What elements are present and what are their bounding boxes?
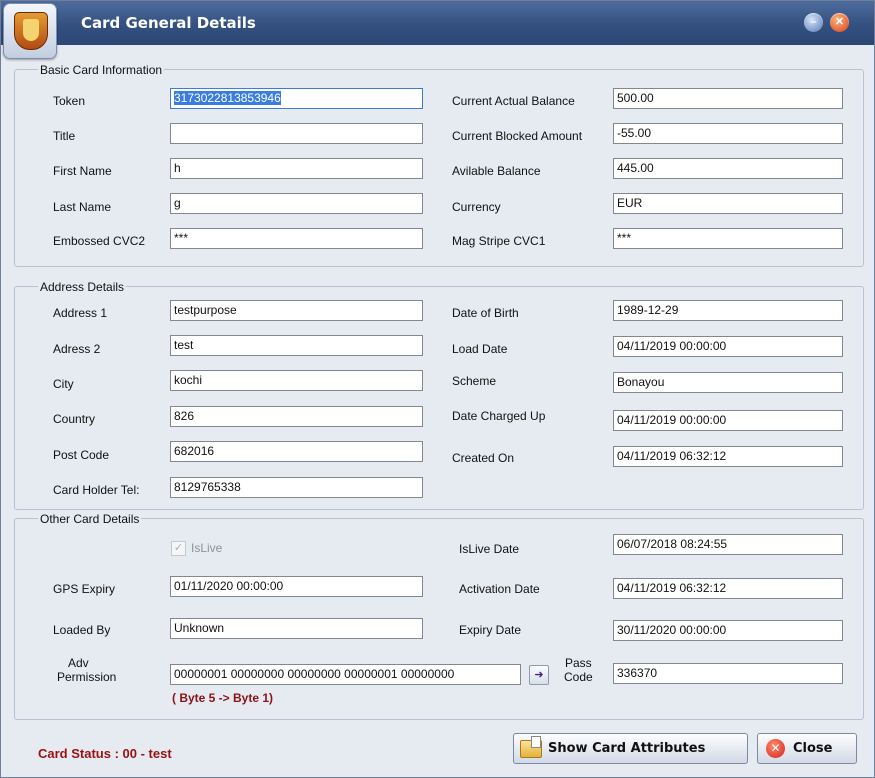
section-other: Other Card Details (38, 512, 142, 526)
post-code-label: Post Code (53, 448, 110, 462)
first-name-field[interactable]: h (170, 158, 423, 179)
scheme-field[interactable]: Bonayou (613, 372, 843, 393)
country-label: Country (53, 412, 96, 426)
created-on-label: Created On (452, 451, 515, 465)
blocked-amount-field[interactable]: -55.00 (613, 123, 843, 144)
title-field[interactable] (170, 123, 423, 144)
charged-up-label: Date Charged Up (452, 409, 546, 423)
pass-label-bottom: Code (564, 670, 593, 684)
currency-label: Currency (452, 200, 501, 214)
loaded-by-label: Loaded By (53, 623, 111, 637)
load-date-field[interactable]: 04/11/2019 00:00:00 (613, 336, 843, 357)
folder-icon (520, 736, 542, 758)
address2-label: Adress 2 (53, 342, 101, 356)
activation-date-field[interactable]: 04/11/2019 06:32:12 (613, 578, 843, 599)
dob-field[interactable]: 1989-12-29 (613, 300, 843, 321)
islive-label: IsLive (191, 541, 223, 555)
actual-balance-field[interactable]: 500.00 (613, 88, 843, 109)
tel-label: Card Holder Tel: (53, 483, 140, 497)
pass-code-field[interactable]: 336370 (613, 663, 843, 684)
minimize-icon[interactable]: – (804, 13, 823, 32)
last-name-field[interactable]: g (170, 193, 423, 214)
first-name-label: First Name (53, 164, 112, 178)
islive-date-field[interactable]: 06/07/2018 08:24:55 (613, 534, 843, 555)
close-button[interactable]: ✕ Close (757, 733, 857, 764)
title-label: Title (53, 129, 76, 143)
close-icon: ✕ (766, 739, 785, 758)
token-label: Token (53, 94, 86, 108)
adv-permission-field[interactable]: 00000001 00000000 00000000 00000001 0000… (170, 664, 521, 685)
actual-balance-label: Current Actual Balance (452, 94, 575, 108)
adv-label-top: Adv (68, 656, 89, 670)
address1-field[interactable]: testpurpose (170, 300, 423, 321)
currency-field[interactable]: EUR (613, 193, 843, 214)
close-window-icon[interactable]: ✕ (830, 13, 849, 32)
token-field[interactable]: 3173022813853946 (170, 88, 423, 109)
show-card-attributes-button[interactable]: Show Card Attributes (513, 733, 748, 764)
loaded-by-field[interactable]: Unknown (170, 618, 423, 639)
arrow-right-icon[interactable]: ➜ (529, 665, 549, 685)
cvc1-label: Mag Stripe CVC1 (452, 234, 546, 248)
window-title: Card General Details (81, 14, 256, 32)
card-shield-icon (3, 3, 57, 59)
card-details-window: Card General Details – ✕ Basic Card Info… (0, 0, 875, 778)
city-label: City (53, 377, 74, 391)
created-on-field[interactable]: 04/11/2019 06:32:12 (613, 446, 843, 467)
gps-expiry-label: GPS Expiry (53, 582, 116, 596)
title-bar: Card General Details – ✕ (1, 1, 874, 45)
section-basic: Basic Card Information (38, 63, 165, 77)
address1-label: Address 1 (53, 306, 108, 320)
section-address: Address Details (38, 280, 127, 294)
city-field[interactable]: kochi (170, 370, 423, 391)
pass-label-top: Pass (565, 656, 592, 670)
activation-date-label: Activation Date (459, 582, 540, 596)
scheme-label: Scheme (452, 374, 497, 388)
blocked-amount-label: Current Blocked Amount (452, 129, 583, 143)
close-label: Close (793, 741, 833, 756)
address2-field[interactable]: test (170, 335, 423, 356)
islive-checkbox[interactable]: ✓ (171, 541, 186, 556)
byte-order-hint: ( Byte 5 -> Byte 1) (172, 691, 274, 705)
charged-up-field[interactable]: 04/11/2019 00:00:00 (613, 410, 843, 431)
last-name-label: Last Name (53, 200, 112, 214)
expiry-date-field[interactable]: 30/11/2020 00:00:00 (613, 620, 843, 641)
expiry-date-label: Expiry Date (459, 623, 522, 637)
islive-date-label: IsLive Date (459, 542, 520, 556)
available-balance-label: Avilable Balance (452, 164, 541, 178)
card-status: Card Status : 00 - test (38, 746, 172, 761)
country-field[interactable]: 826 (170, 406, 423, 427)
tel-field[interactable]: 8129765338 (170, 477, 423, 498)
post-code-field[interactable]: 682016 (170, 441, 423, 462)
cvc2-field[interactable]: *** (170, 228, 423, 249)
load-date-label: Load Date (452, 342, 508, 356)
gps-expiry-field[interactable]: 01/11/2020 00:00:00 (170, 576, 423, 597)
adv-label-bottom: Permission (57, 670, 117, 684)
show-attributes-label: Show Card Attributes (548, 741, 706, 756)
dob-label: Date of Birth (452, 306, 519, 320)
cvc1-field[interactable]: *** (613, 228, 843, 249)
available-balance-field[interactable]: 445.00 (613, 158, 843, 179)
cvc2-label: Embossed CVC2 (53, 234, 146, 248)
